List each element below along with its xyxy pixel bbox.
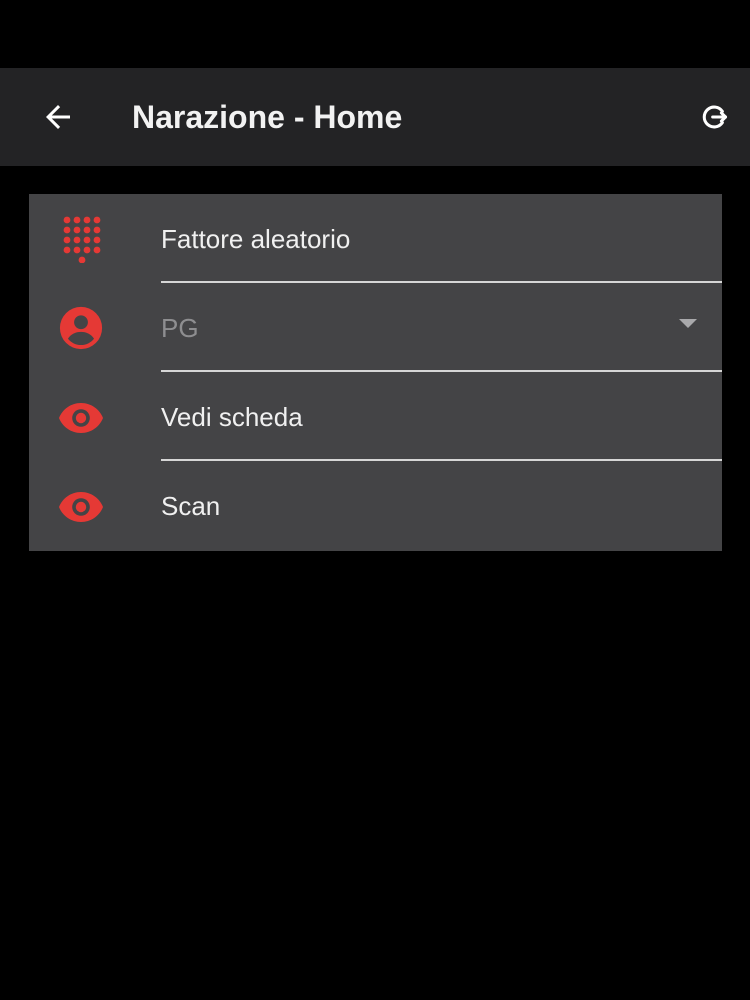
home-menu-card: Fattore aleatorio PG Vedi scheda Scan — [29, 194, 722, 551]
menu-item-label: Vedi scheda — [161, 402, 303, 432]
logout-icon — [702, 105, 728, 129]
dialpad-icon — [54, 212, 108, 266]
eye-icon — [54, 479, 108, 533]
back-button[interactable] — [30, 92, 86, 142]
app-bar: Narazione - Home — [0, 68, 750, 166]
chevron-down-icon[interactable] — [679, 319, 697, 328]
logout-button[interactable] — [690, 92, 740, 142]
account-circle-icon — [54, 301, 108, 355]
eye-icon — [54, 390, 108, 444]
menu-item-label: Fattore aleatorio — [161, 224, 351, 254]
menu-item-label: Scan — [161, 491, 221, 521]
menu-item-fattore-aleatorio[interactable]: Fattore aleatorio — [29, 194, 722, 283]
status-bar-area — [0, 0, 750, 68]
pg-select[interactable]: PG — [29, 283, 722, 372]
menu-item-scan[interactable]: Scan — [29, 461, 722, 550]
menu-item-vedi-scheda[interactable]: Vedi scheda — [29, 372, 722, 461]
page-title: Narazione - Home — [132, 99, 403, 135]
pg-select-value: PG — [161, 313, 199, 343]
arrow-left-icon — [46, 105, 70, 129]
